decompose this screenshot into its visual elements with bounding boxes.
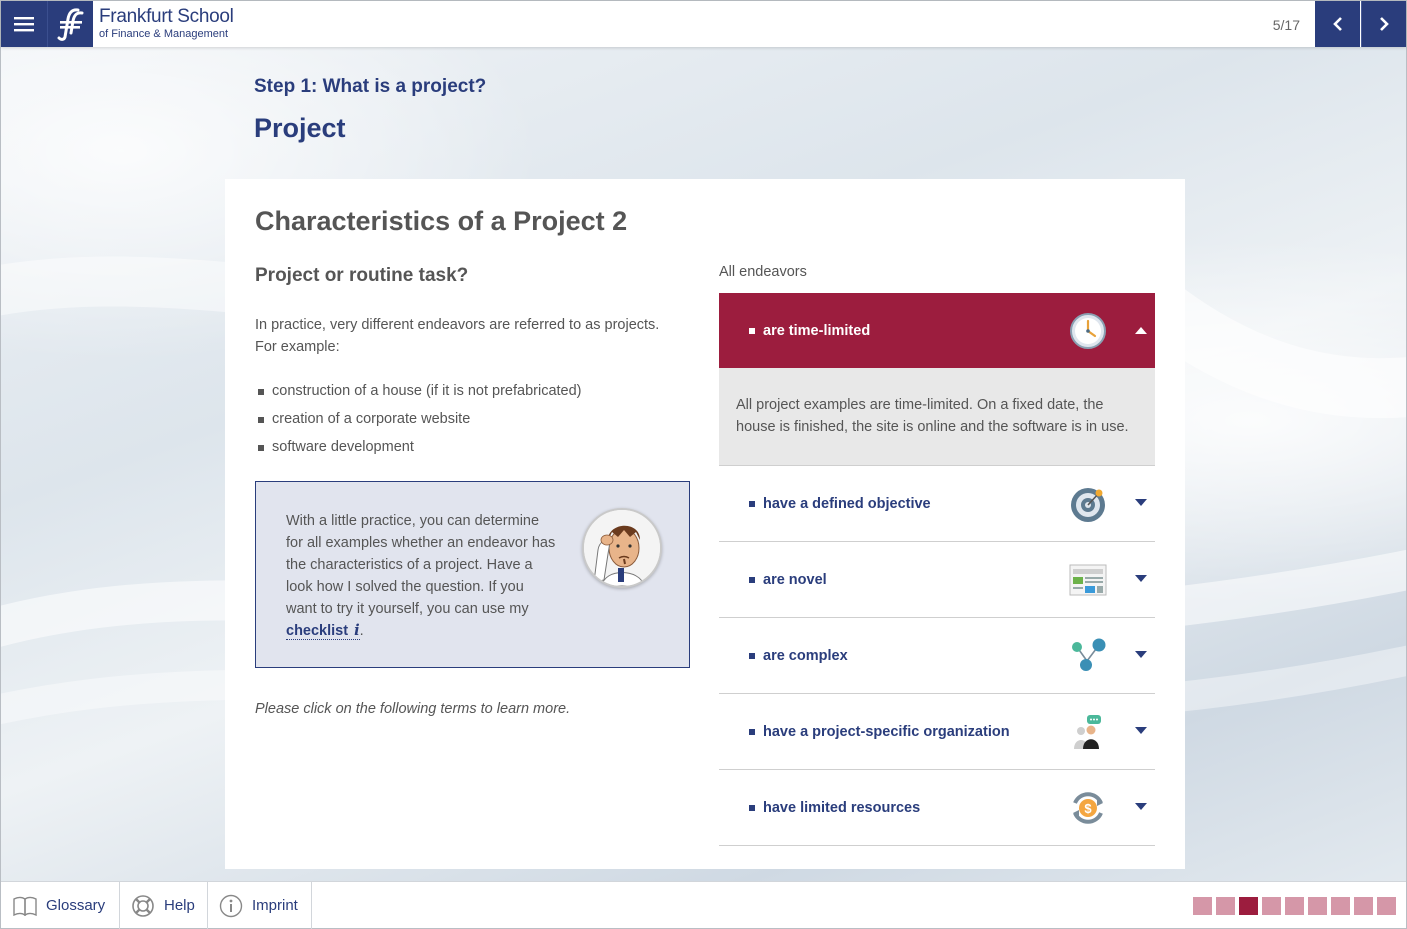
progress-step[interactable] <box>1377 897 1396 915</box>
accordion-header-time-limited[interactable]: are time-limited <box>719 293 1155 368</box>
accordion-body-time-limited: All project examples are time-limited. O… <box>719 368 1155 465</box>
book-icon <box>13 896 37 916</box>
accordion-header-novel[interactable]: are novel <box>719 542 1155 617</box>
avatar <box>582 508 662 588</box>
examples-list: construction of a house (if it is not pr… <box>255 377 582 461</box>
glossary-label: Glossary <box>46 897 106 914</box>
thinking-man-icon <box>584 510 660 586</box>
network-icon <box>1072 638 1106 671</box>
accordion-header-organization[interactable]: have a project-specific organization <box>719 694 1155 769</box>
accordion-label-time-limited: are time-limited <box>763 322 871 339</box>
progress-step[interactable] <box>1239 897 1258 915</box>
bullet <box>749 500 755 507</box>
checklist-label: checklist <box>286 623 349 639</box>
accordion-item-limited-resources: have limited resources $ <box>719 770 1155 846</box>
progress-step[interactable] <box>1308 897 1327 915</box>
step-title: Step 1: What is a project? <box>254 76 487 97</box>
svg-text:$: $ <box>1084 801 1092 816</box>
tip-trailing: . <box>359 623 364 639</box>
card-title: Characteristics of a Project 2 <box>255 206 628 236</box>
info-circle-icon <box>219 894 243 917</box>
chevron-down-icon <box>1135 651 1147 658</box>
progress-step[interactable] <box>1331 897 1350 915</box>
progress-step[interactable] <box>1193 897 1212 915</box>
glossary-button[interactable]: Glossary <box>1 882 120 929</box>
lifebuoy-icon <box>132 894 154 917</box>
accordion-item-novel: are novel <box>719 542 1155 618</box>
bullet <box>749 804 755 811</box>
imprint-label: Imprint <box>252 897 298 914</box>
footer: Glossary Help Imprint <box>1 881 1406 929</box>
chevron-down-icon <box>1135 575 1147 582</box>
accordion-header-complex[interactable]: are complex <box>719 618 1155 693</box>
progress-indicator <box>1193 897 1396 915</box>
checklist-link[interactable]: checklist i <box>286 622 360 640</box>
target-icon <box>1071 488 1105 522</box>
accordion-item-complex: are complex <box>719 618 1155 694</box>
accordion-header-defined-objective[interactable]: have a defined objective <box>719 466 1155 541</box>
accordion: are time-limited All project examples ar… <box>719 293 1155 846</box>
bullet <box>749 327 755 334</box>
progress-step[interactable] <box>1262 897 1281 915</box>
help-label: Help <box>164 897 195 914</box>
chevron-right-icon <box>1380 17 1389 31</box>
chevron-left-icon <box>1332 17 1342 31</box>
chevron-down-icon <box>1135 727 1147 734</box>
list-item: construction of a house (if it is not pr… <box>255 377 582 405</box>
accordion-item-organization: have a project-specific organization <box>719 694 1155 770</box>
previous-page-button[interactable] <box>1315 1 1360 47</box>
top-bar: Frankfurt School of Finance & Management… <box>1 1 1406 47</box>
imprint-button[interactable]: Imprint <box>208 882 312 929</box>
accordion-label-complex: are complex <box>763 647 848 664</box>
chevron-up-icon <box>1135 327 1147 334</box>
accordion-label-organization: have a project-specific organization <box>763 723 1010 740</box>
accordion-item-time-limited: are time-limited All project examples ar… <box>719 293 1155 466</box>
chevron-down-icon <box>1135 499 1147 506</box>
clock-icon <box>1070 313 1106 349</box>
money-cycle-icon: $ <box>1073 792 1103 824</box>
tip-text: With a little practice, you can determin… <box>286 510 558 642</box>
fs-logo-icon <box>57 8 83 41</box>
hamburger-icon <box>14 17 34 32</box>
tip-body: With a little practice, you can determin… <box>286 513 556 617</box>
list-item: software development <box>255 433 582 461</box>
bullet <box>749 728 755 735</box>
logo-title: Frankfurt School <box>99 6 234 27</box>
help-button[interactable]: Help <box>120 882 208 929</box>
news-icon <box>1069 564 1107 596</box>
progress-step[interactable] <box>1354 897 1373 915</box>
menu-button[interactable] <box>1 1 47 47</box>
tip-box: With a little practice, you can determin… <box>255 481 690 668</box>
logo-subtitle: of Finance & Management <box>99 28 229 40</box>
content-card: Characteristics of a Project 2 Project o… <box>225 179 1185 869</box>
page-counter: 5/17 <box>1272 17 1300 33</box>
accordion-label-defined-objective: have a defined objective <box>763 495 931 512</box>
logo-mark <box>47 1 93 47</box>
accordion-item-defined-objective: have a defined objective <box>719 466 1155 542</box>
chevron-down-icon <box>1135 803 1147 810</box>
list-item: creation of a corporate website <box>255 405 582 433</box>
accordion-header-limited-resources[interactable]: have limited resources $ <box>719 770 1155 845</box>
bullet <box>749 652 755 659</box>
accordion-label-novel: are novel <box>763 571 827 588</box>
accordion-label-limited-resources: have limited resources <box>763 799 921 816</box>
progress-step[interactable] <box>1285 897 1304 915</box>
hint-text: Please click on the following terms to l… <box>255 701 571 717</box>
bullet <box>749 576 755 583</box>
accordion-label: All endeavors <box>719 264 807 280</box>
people-icon <box>1074 715 1101 749</box>
section-subtitle: Project or routine task? <box>255 265 469 286</box>
intro-text: In practice, very different endeavors ar… <box>255 317 660 355</box>
progress-step[interactable] <box>1216 897 1235 915</box>
logo-text: Frankfurt School of Finance & Management <box>99 6 234 40</box>
next-page-button[interactable] <box>1361 1 1406 47</box>
page-title: Project <box>254 113 346 143</box>
